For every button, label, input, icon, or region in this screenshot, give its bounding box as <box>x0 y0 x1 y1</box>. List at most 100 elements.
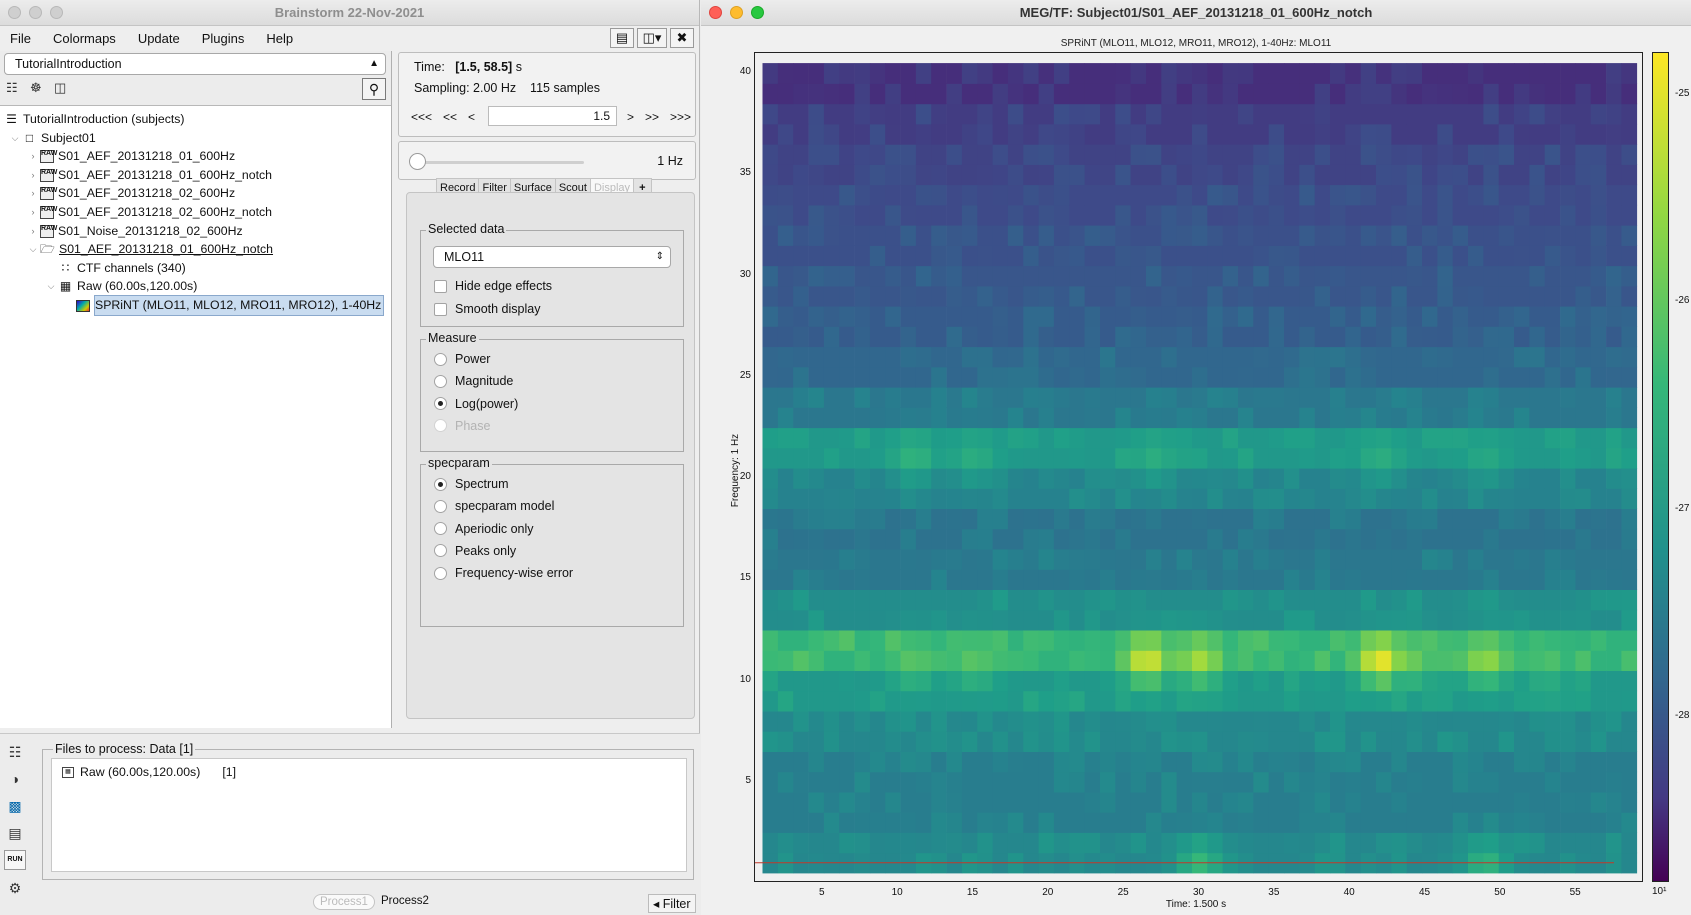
radio-option[interactable]: Aperiodic only <box>434 522 534 536</box>
tree-item[interactable]: › RAW S01_AEF_20131218_02_600Hz <box>26 184 235 203</box>
y-tick-label: 35 <box>739 167 751 179</box>
current-time-field[interactable]: 1.5 <box>488 106 617 126</box>
heatmap-cell <box>1053 144 1070 165</box>
heatmap-cell <box>977 771 993 793</box>
heatmap-cell <box>900 83 917 105</box>
heatmap-cell <box>808 346 825 368</box>
tree-item[interactable]: › RAW S01_AEF_20131218_01_600Hz <box>26 147 235 166</box>
files-list[interactable]: ▦ Raw (60.00s,120.00s) [1] <box>51 758 687 872</box>
heatmap-cell <box>992 771 1009 793</box>
heatmap-cell <box>1222 265 1239 287</box>
select-timefreq-icon[interactable]: ▩ <box>4 796 26 816</box>
heatmap-cell <box>1590 184 1607 206</box>
select-sources-icon[interactable]: ◑ <box>4 769 26 789</box>
tree-item[interactable]: ⌵ ▦ Raw (60.00s,120.00s) <box>44 277 198 296</box>
expand-arrow-icon[interactable]: › <box>26 184 40 203</box>
hide-edge-checkbox[interactable] <box>434 279 447 293</box>
heatmap-cell <box>1146 306 1162 327</box>
last-time-button[interactable]: >>> <box>670 110 691 124</box>
heatmap-cell <box>885 569 901 590</box>
menu-help[interactable]: Help <box>266 31 293 46</box>
select-matrix-icon[interactable]: ▤ <box>4 823 26 843</box>
heatmap-cell <box>1069 306 1085 327</box>
collapse-arrow-icon[interactable]: ⌵ <box>26 240 40 259</box>
expand-arrow-icon[interactable]: › <box>26 203 40 222</box>
tree-item[interactable]: › RAW S01_Noise_20131218_02_600Hz <box>26 222 243 241</box>
heatmap-cell <box>808 832 825 854</box>
select-data-icon[interactable]: ☷ <box>4 742 26 762</box>
radio-button[interactable] <box>434 397 447 411</box>
hide-edge-option[interactable]: Hide edge effects <box>434 279 552 293</box>
radio-label: Aperiodic only <box>455 521 534 536</box>
search-icon[interactable]: ⚲ <box>362 78 386 100</box>
smooth-option[interactable]: Smooth display <box>434 302 540 316</box>
view-anatomy-icon[interactable]: ☸ <box>30 80 46 96</box>
heatmap-cell <box>1330 346 1346 368</box>
close-all-icon[interactable]: ✖ <box>670 28 694 48</box>
radio-button[interactable] <box>434 544 447 558</box>
radio-button[interactable] <box>434 419 447 433</box>
frequency-slider-knob[interactable] <box>409 153 426 170</box>
view-conditions-icon[interactable]: ◫ <box>54 80 70 96</box>
pipeline-icon[interactable]: ⚙ <box>4 878 26 898</box>
expand-arrow-icon[interactable]: › <box>26 147 40 166</box>
heatmap-cell <box>1238 407 1254 429</box>
view-functional-icon[interactable]: ☷ <box>6 80 22 96</box>
tree-item[interactable]: › RAW S01_AEF_20131218_02_600Hz_notch <box>26 203 272 222</box>
heatmap-cell <box>1238 791 1254 813</box>
selected-data-select[interactable]: MLO11 ⇕ <box>433 246 671 268</box>
window-layout-icon[interactable]: ◫▾ <box>637 28 667 48</box>
list-item[interactable]: ▦ Raw (60.00s,120.00s) [1] <box>62 765 236 779</box>
tree-item[interactable]: › RAW S01_AEF_20131218_01_600Hz_notch <box>26 166 272 185</box>
radio-option[interactable]: specparam model <box>434 499 554 513</box>
layout-icon[interactable]: ▤ <box>610 28 634 48</box>
radio-button[interactable] <box>434 522 447 536</box>
radio-button[interactable] <box>434 566 447 580</box>
radio-option[interactable]: Peaks only <box>434 544 516 558</box>
radio-button[interactable] <box>434 499 447 513</box>
smooth-checkbox[interactable] <box>434 302 447 316</box>
tree-item[interactable]: ⌵ 🗁 S01_AEF_20131218_01_600Hz_notch <box>26 240 273 259</box>
radio-button[interactable] <box>434 374 447 388</box>
menu-update[interactable]: Update <box>138 31 180 46</box>
menu-colormaps[interactable]: Colormaps <box>53 31 116 46</box>
radio-option[interactable]: Power <box>434 352 490 366</box>
expand-arrow-icon[interactable]: › <box>26 222 40 241</box>
next-time-button[interactable]: > <box>627 110 634 124</box>
heatmap-cell <box>1575 83 1592 105</box>
heatmap-cell <box>992 285 1009 307</box>
filter-button[interactable]: ◂ Filter <box>648 894 696 913</box>
heatmap-cell <box>1192 245 1208 267</box>
heatmap-cell <box>885 265 901 287</box>
prev-time-button[interactable]: < <box>468 110 475 124</box>
tab-process1[interactable]: Process1 <box>313 894 375 910</box>
tree-item[interactable]: ☰ TutorialIntroduction (subjects) <box>4 110 184 129</box>
tree-item[interactable]: ∷ CTF channels (340) <box>44 259 186 278</box>
menu-file[interactable]: File <box>10 31 31 46</box>
heatmap-cell <box>839 265 855 287</box>
tree-item[interactable]: ⌵ □ Subject01 <box>8 129 96 148</box>
tree-item-label: S01_AEF_20131218_01_600Hz_notch <box>58 167 273 182</box>
radio-option[interactable]: Frequency-wise error <box>434 566 573 580</box>
collapse-arrow-icon[interactable]: ⌵ <box>44 277 58 296</box>
radio-option[interactable]: Magnitude <box>434 374 513 388</box>
tf-heatmap[interactable] <box>754 52 1643 882</box>
frequency-slider-track[interactable] <box>414 161 584 164</box>
first-time-button[interactable]: <<< <box>411 110 432 124</box>
radio-option[interactable]: Spectrum <box>434 477 509 491</box>
menu-plugins[interactable]: Plugins <box>202 31 245 46</box>
tab-process2[interactable]: Process2 <box>375 894 435 910</box>
expand-arrow-icon[interactable]: › <box>26 166 40 185</box>
heatmap-cell <box>1498 265 1515 287</box>
heatmap-cell <box>762 731 779 752</box>
tree-item[interactable]: SPRiNT (MLO11, MLO12, MRO11, MRO12), 1-4… <box>62 295 385 316</box>
prev-fast-button[interactable]: << <box>443 110 457 124</box>
radio-option[interactable]: Log(power) <box>434 397 518 411</box>
protocol-select[interactable]: TutorialIntroduction ▲ <box>4 53 386 75</box>
run-button[interactable]: RUN <box>4 850 26 870</box>
radio-button[interactable] <box>434 477 447 491</box>
radio-button[interactable] <box>434 352 447 366</box>
next-fast-button[interactable]: >> <box>645 110 659 124</box>
heatmap-cell <box>977 508 993 530</box>
collapse-arrow-icon[interactable]: ⌵ <box>8 129 22 148</box>
